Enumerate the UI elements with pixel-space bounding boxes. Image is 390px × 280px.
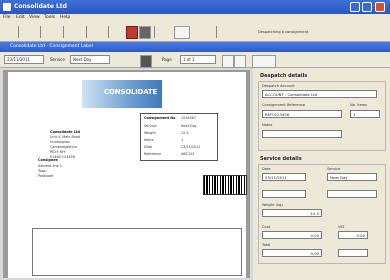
menu-help[interactable]: Help [60, 15, 70, 20]
document-titlebar: Consolidate Ltd - Consignment Label [0, 42, 390, 52]
export-icon[interactable] [174, 26, 190, 39]
extra-field-2[interactable] [327, 190, 377, 198]
box-line: Service [144, 124, 157, 128]
menu-bar: File Edit View Tools Help [0, 14, 390, 22]
sender-line: PE29 6YY [50, 150, 66, 154]
close-button[interactable] [375, 2, 385, 12]
date-label: Date [262, 167, 271, 171]
notes-label: Notes [262, 123, 273, 127]
maximize-button[interactable] [362, 2, 372, 12]
document-title: Consolidate Ltd - Consignment Label [10, 44, 93, 49]
print-icon[interactable] [139, 26, 151, 39]
items-label: No. Items [350, 103, 368, 107]
box-value: 23/11/2011 [181, 145, 201, 149]
weight-label: Weight (kg) [262, 203, 283, 207]
menu-tools[interactable]: Tools [44, 15, 55, 20]
date-field[interactable]: 23/11/2011 [4, 55, 44, 64]
deliver-to-line: Postcode [38, 174, 54, 178]
total-label: Total [262, 243, 271, 247]
page-field[interactable]: 1 of 1 [180, 55, 216, 64]
cost-label: Cost [262, 225, 270, 229]
box-line: Consignment No [144, 116, 176, 120]
toolbar-separator [18, 26, 19, 38]
minimize-button[interactable] [350, 2, 360, 12]
date-input[interactable]: 23/11/2011 [262, 173, 306, 181]
box-value: 12.5 [181, 131, 189, 135]
weight-field[interactable]: 12.5 [262, 209, 322, 217]
notes-field[interactable] [262, 130, 342, 138]
consignment-box: Consignment No 1234567 Service Next Day … [140, 113, 218, 161]
cost-field[interactable]: 0.00 [262, 231, 322, 239]
box-line: Reference [144, 152, 162, 156]
account-label: Despatch Account [262, 84, 295, 88]
sender-line: Unit 4, Main Road [50, 135, 80, 139]
toolbar-separator [63, 26, 64, 38]
next-page-icon[interactable] [234, 55, 246, 68]
document-toolbar: 23/11/2011 Service Next Day Page 1 of 1 [0, 52, 390, 68]
main-toolbar: Despatching a consignment [0, 22, 390, 42]
menu-file[interactable]: File [3, 15, 11, 20]
box-value: 1 [181, 138, 184, 142]
total-field[interactable]: 0.00 [262, 249, 322, 257]
calendar-icon[interactable] [140, 55, 152, 68]
despatch-section-title: Despatch details [260, 73, 308, 79]
deliver-to-line: Address line 1 [38, 164, 62, 168]
box-line: Date [144, 145, 153, 149]
first-page-icon[interactable] [222, 55, 234, 68]
toolbar-separator [40, 26, 41, 38]
reference-field[interactable]: REF0123456 [262, 110, 342, 118]
sender-line: Huntingdon [50, 140, 70, 144]
vat-label: VAT [338, 225, 345, 229]
app-title: Consolidate Ltd [14, 3, 67, 10]
barcode [203, 175, 247, 195]
service-section-title: Service details [260, 156, 302, 162]
service-label: Service [50, 57, 65, 62]
service-select-label: Service [327, 167, 341, 171]
app-titlebar: Consolidate Ltd [0, 0, 390, 14]
service-field[interactable]: Next Day [70, 55, 110, 64]
app-icon [3, 3, 11, 11]
items-field[interactable]: 1 [350, 110, 380, 118]
page-label: Page [162, 57, 172, 62]
menu-edit[interactable]: Edit [16, 15, 25, 20]
toolbar-separator [216, 26, 217, 38]
extra-field-1[interactable] [262, 190, 306, 198]
box-value: 1234567 [181, 116, 197, 120]
box-line: Items [144, 138, 154, 142]
toolbar-separator [108, 26, 109, 38]
sender-name: Consolidate Ltd [50, 130, 80, 134]
service-select[interactable]: Next Day [327, 173, 377, 181]
sender-line: Cambridgeshire [50, 145, 77, 149]
box-line: Weight [144, 131, 156, 135]
logo-text: CONSOLIDATE [104, 88, 158, 96]
deliver-to-line: Town [38, 169, 47, 173]
account-select[interactable]: ACCOUNT : Consolidate Ltd [262, 90, 377, 98]
toolbar-status-text: Despatching a consignment [258, 30, 309, 34]
toolbar-separator [154, 26, 155, 38]
zoom-icon[interactable] [252, 55, 276, 68]
label-footer-box [32, 228, 242, 276]
vat-field[interactable]: 0.00 [338, 231, 368, 239]
reference-label: Consignment Reference [262, 103, 306, 107]
stop-icon[interactable] [126, 26, 138, 39]
company-logo: CONSOLIDATE [82, 80, 162, 108]
box-value: Next Day [181, 124, 197, 128]
deliver-to-heading: Consignee [38, 158, 58, 162]
extra-field-3[interactable] [338, 249, 368, 257]
menu-view[interactable]: View [29, 15, 40, 20]
toolbar-separator [86, 26, 87, 38]
box-value: ABC123 [181, 152, 195, 156]
